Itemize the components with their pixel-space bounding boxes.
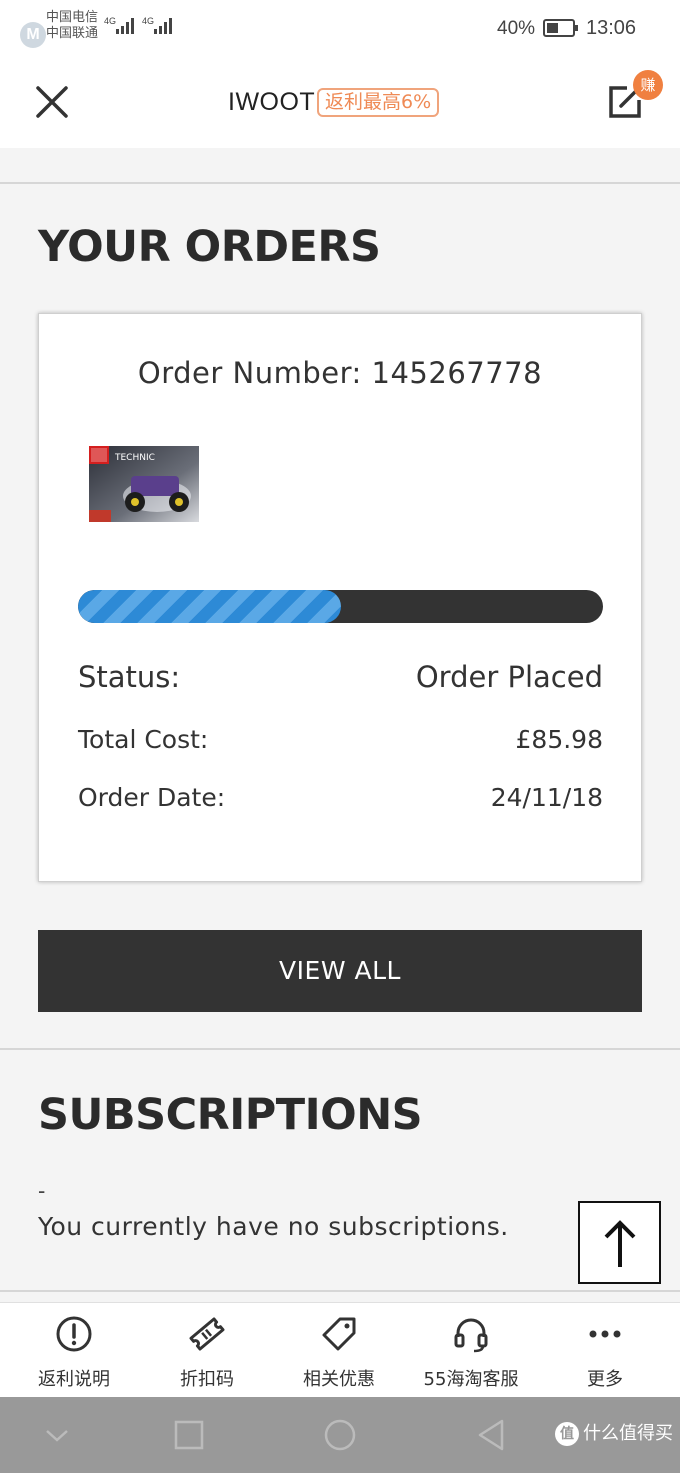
carrier-info: 中国电信 中国联通 bbox=[46, 9, 98, 41]
tag-icon bbox=[322, 1317, 356, 1351]
divider bbox=[0, 182, 680, 184]
toolbar-item-discount-code[interactable]: 折扣码 bbox=[139, 1303, 275, 1398]
toolbar-label: 返利说明 bbox=[38, 1369, 110, 1390]
toolbar-label: 55海淘客服 bbox=[423, 1369, 519, 1390]
watermark: 值什么值得买 bbox=[555, 1419, 673, 1446]
order-number: Order Number: 145267778 bbox=[137, 356, 543, 390]
network-type-1: 4G bbox=[104, 16, 117, 26]
app-logo-icon: M bbox=[20, 22, 46, 48]
order-date-label: Order Date: bbox=[78, 783, 226, 812]
earn-badge: 赚 bbox=[633, 70, 663, 100]
divider bbox=[0, 1048, 680, 1050]
watermark-badge: 值 bbox=[555, 1422, 579, 1446]
back-icon[interactable] bbox=[474, 1417, 508, 1453]
ticket-icon bbox=[189, 1317, 225, 1351]
bottom-toolbar: 返利说明 折扣码 相关优惠 55海淘客服 更多 bbox=[0, 1302, 680, 1397]
status-bar: M 中国电信 中国联通 4G 4G 40% 13:06 bbox=[0, 0, 680, 58]
toolbar-item-customer-service[interactable]: 55海淘客服 bbox=[403, 1303, 539, 1398]
divider bbox=[0, 1290, 680, 1292]
arrow-up-icon bbox=[604, 1220, 636, 1267]
more-icon bbox=[589, 1330, 621, 1338]
order-progress-fill bbox=[78, 590, 341, 623]
product-image[interactable]: TECHNIC bbox=[87, 438, 201, 528]
subscriptions-dash: - bbox=[38, 1178, 46, 1203]
carrier-1: 中国电信 bbox=[46, 9, 99, 24]
toolbar-label: 更多 bbox=[587, 1369, 623, 1390]
battery-percent: 40% bbox=[497, 18, 536, 39]
toolbar-item-more[interactable]: 更多 bbox=[537, 1303, 673, 1398]
cashback-badge[interactable]: 返利最高6% bbox=[317, 88, 440, 117]
toolbar-item-cashback-info[interactable]: 返利说明 bbox=[6, 1303, 142, 1398]
order-progress-bar bbox=[78, 590, 603, 623]
svg-text:TECHNIC: TECHNIC bbox=[114, 453, 155, 463]
carrier-2: 中国联通 bbox=[46, 25, 99, 40]
network-type-2: 4G bbox=[142, 16, 155, 26]
signal-bars-1-icon bbox=[116, 18, 134, 34]
recent-apps-icon[interactable] bbox=[172, 1417, 206, 1453]
toolbar-label: 折扣码 bbox=[180, 1369, 234, 1390]
order-card[interactable]: Order Number: 145267778 TECHNIC Status: … bbox=[38, 313, 642, 882]
orders-section-title: YOUR ORDERS bbox=[38, 222, 381, 272]
battery-icon bbox=[543, 19, 578, 37]
home-icon[interactable] bbox=[322, 1417, 358, 1453]
scroll-to-top-button[interactable] bbox=[578, 1201, 661, 1284]
watermark-text: 什么值得买 bbox=[583, 1423, 673, 1444]
toolbar-item-related-deals[interactable]: 相关优惠 bbox=[271, 1303, 407, 1398]
no-subscriptions-message: You currently have no subscriptions. bbox=[38, 1212, 509, 1241]
page-title: IWOOT bbox=[228, 88, 316, 116]
status-value: Order Placed bbox=[415, 660, 603, 694]
headset-icon bbox=[454, 1318, 488, 1353]
view-all-button[interactable]: VIEW ALL bbox=[38, 930, 642, 1012]
total-cost-value: £85.98 bbox=[515, 725, 603, 754]
total-cost-label: Total Cost: bbox=[78, 725, 209, 754]
close-icon[interactable] bbox=[34, 84, 70, 120]
toolbar-label: 相关优惠 bbox=[303, 1369, 375, 1390]
order-date-value: 24/11/18 bbox=[490, 783, 603, 812]
chevron-down-icon[interactable] bbox=[42, 1417, 72, 1453]
app-header: IWOOT 返利最高6% 赚 bbox=[0, 58, 680, 148]
subscriptions-section-title: SUBSCRIPTIONS bbox=[38, 1090, 423, 1140]
signal-bars-2-icon bbox=[154, 18, 172, 34]
info-icon bbox=[56, 1316, 92, 1352]
status-label: Status: bbox=[78, 660, 181, 694]
clock: 13:06 bbox=[586, 17, 637, 39]
system-nav-bar: 值什么值得买 bbox=[0, 1397, 680, 1473]
